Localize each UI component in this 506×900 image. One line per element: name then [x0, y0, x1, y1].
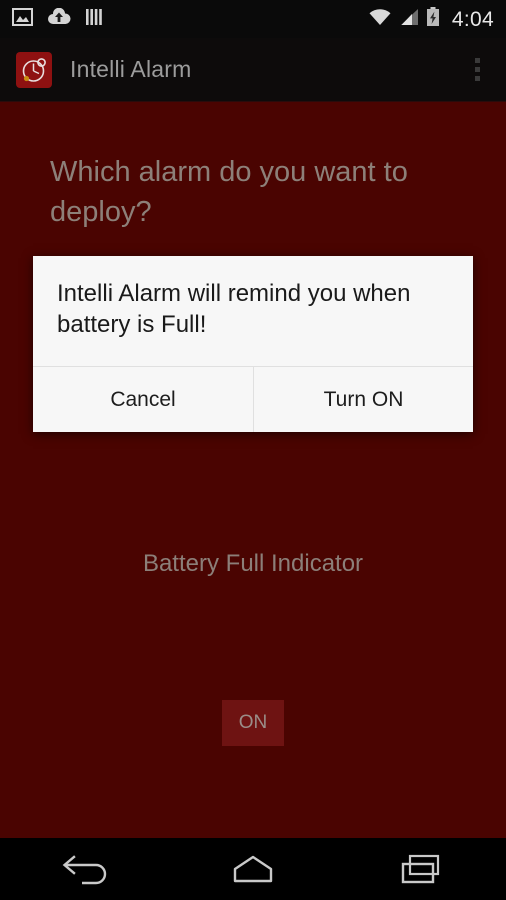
- turn-on-button[interactable]: Turn ON: [253, 367, 473, 433]
- dialog-actions: Cancel Turn ON: [33, 366, 473, 433]
- dialog-message: Intelli Alarm will remind you when batte…: [57, 280, 411, 339]
- confirm-dialog: Intelli Alarm will remind you when batte…: [33, 256, 473, 433]
- cancel-button[interactable]: Cancel: [33, 367, 253, 433]
- turn-on-button-label: Turn ON: [323, 387, 404, 411]
- recent-apps-icon[interactable]: [367, 838, 477, 900]
- phone-screen: 4:04 Intelli Alarm Which alarm do you wa…: [0, 0, 506, 900]
- dialog-scrim: [0, 0, 506, 900]
- back-arrow-icon[interactable]: [29, 838, 139, 900]
- cancel-button-label: Cancel: [110, 387, 176, 411]
- home-icon[interactable]: [198, 838, 308, 900]
- system-navigation-bar: [0, 838, 506, 900]
